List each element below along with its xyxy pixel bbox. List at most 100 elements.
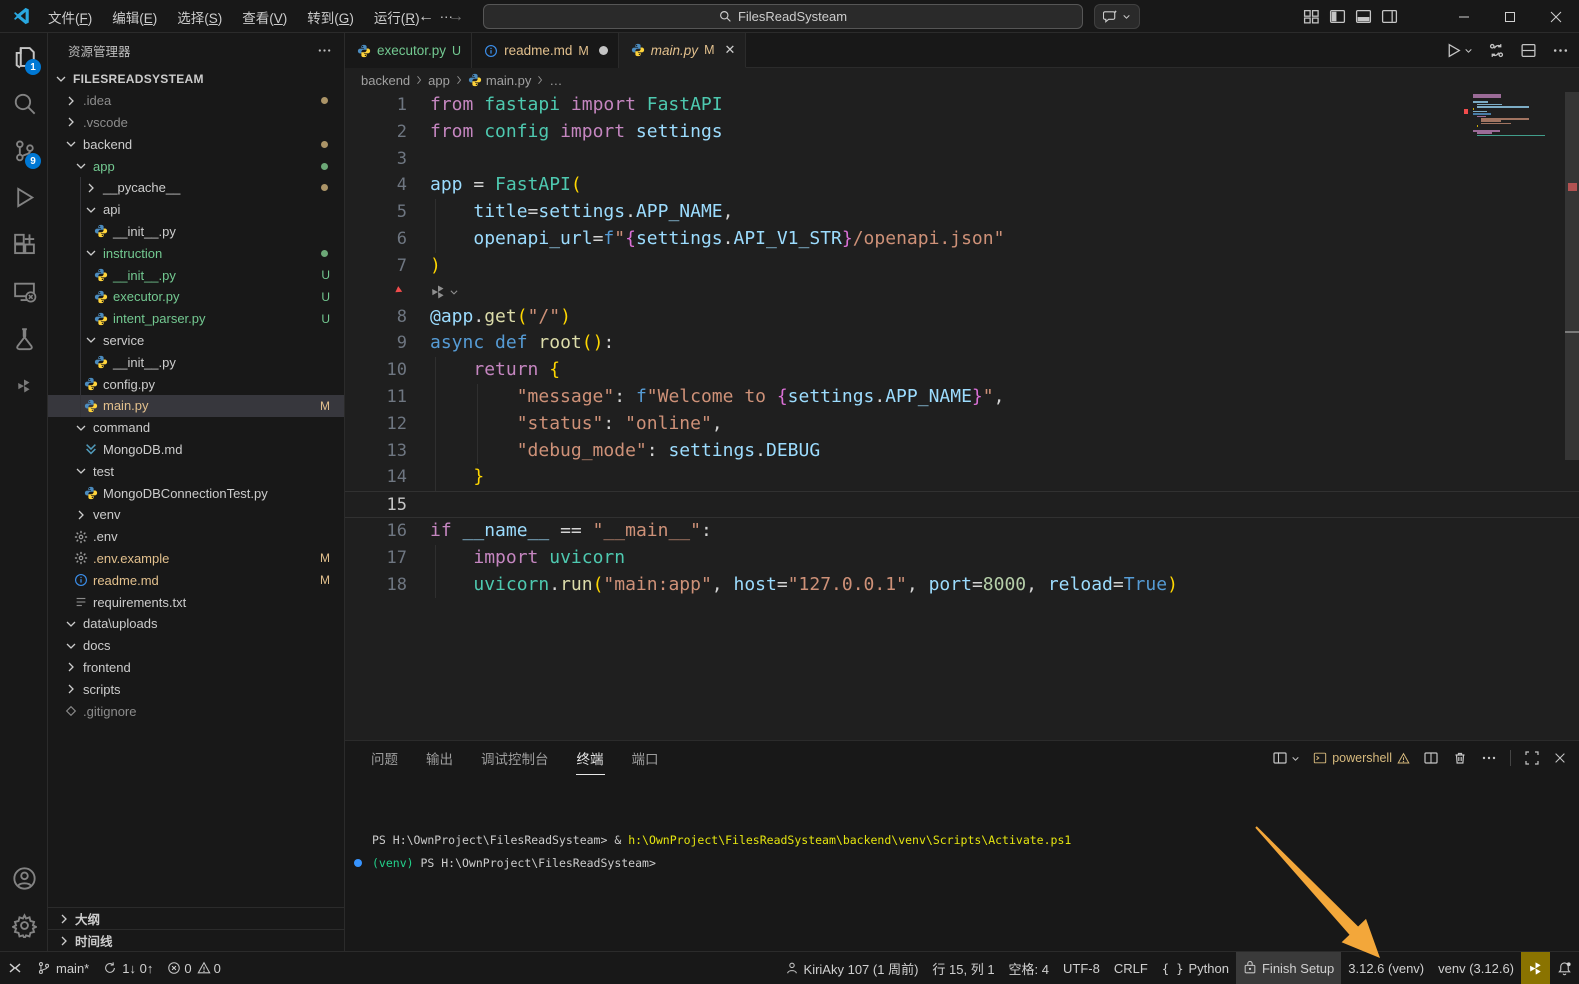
code-line-15[interactable]: 15 [345,491,1579,518]
tree-item-executor.py[interactable]: executor.pyU [48,286,344,308]
tree-item-docs[interactable]: docs [48,635,344,657]
activitybar-account[interactable] [0,855,48,902]
tree-item-api[interactable]: api [48,199,344,221]
menu-v[interactable]: 查看(V) [232,3,297,31]
code-line-2[interactable]: 2from config import settings [345,119,1579,146]
code-line-3[interactable]: 3 [345,146,1579,173]
code-line-8[interactable]: 8@app.get("/") [345,304,1579,331]
tree-item-.idea[interactable]: .idea [48,90,344,112]
toggle-primary-sidebar-icon[interactable] [1329,8,1346,25]
tree-item-intent_parser.py[interactable]: intent_parser.pyU [48,308,344,330]
code-line-9[interactable]: 9async def root(): [345,330,1579,357]
menu-f[interactable]: 文件(F) [38,3,102,31]
command-center-search[interactable]: FilesReadSysteam [483,4,1083,29]
breadcrumb-item-mainpy[interactable]: main.py [468,73,532,88]
activitybar-run-debug[interactable] [0,174,48,221]
inline-ai-codelens[interactable] [345,280,1579,304]
breadcrumb-item-app[interactable]: app [428,73,450,88]
tab-executor-py[interactable]: executor.pyU [345,33,472,68]
minimize-button[interactable] [1441,0,1487,33]
panel-tab-终端[interactable]: 终端 [576,742,605,775]
code-line-12[interactable]: 12 "status": "online", [345,411,1579,438]
statusbar-python-version[interactable]: 3.12.6 (venv) [1341,952,1431,984]
tree-item-command[interactable]: command [48,417,344,439]
panel-tab-输出[interactable]: 输出 [425,742,454,774]
explorer-more-actions-icon[interactable] [317,43,332,58]
tree-item-__init__.py[interactable]: __init__.py [48,351,344,373]
tree-item-readme.md[interactable]: readme.mdM [48,569,344,591]
code-line-18[interactable]: 18 uvicorn.run("main:app", host="127.0.0… [345,572,1579,599]
activitybar-search[interactable] [0,80,48,127]
statusbar-git-blame[interactable]: KiriAky 107 (1 周前) [778,952,926,984]
tree-item-test[interactable]: test [48,460,344,482]
statusbar-indentation[interactable]: 空格: 4 [1002,952,1056,984]
close-panel-icon[interactable] [1553,751,1567,765]
statusbar-remote[interactable] [0,952,30,984]
activitybar-settings[interactable] [0,902,48,949]
toggle-secondary-sidebar-icon[interactable] [1381,8,1398,25]
tree-item-data-uploads[interactable]: data\uploads [48,613,344,635]
code-line-10[interactable]: 10 return { [345,357,1579,384]
tree-item-.env.example[interactable]: .env.exampleM [48,548,344,570]
activitybar-explorer[interactable]: 1 [0,33,48,80]
tree-item-app[interactable]: app [48,155,344,177]
tree-item-filesreadsysteam[interactable]: FILESREADSYSTEAM [48,68,344,90]
menu-g[interactable]: 转到(G) [297,3,364,31]
tree-item-__init__.py[interactable]: __init__.py [48,221,344,243]
ai-pinwheel-icon[interactable] [430,284,459,300]
activitybar-ai-pinwheel[interactable] [0,362,48,409]
tree-item-main.py[interactable]: main.pyM [48,395,344,417]
activitybar-testing[interactable] [0,315,48,362]
tab-main-py[interactable]: main.pyM✕ [619,33,747,68]
tree-item-service[interactable]: service [48,330,344,352]
code-line-11[interactable]: 11 "message": f"Welcome to {settings.APP… [345,384,1579,411]
panel-tab-问题[interactable]: 问题 [370,742,399,774]
tree-item-frontend[interactable]: frontend [48,657,344,679]
statusbar-ai-pinwheel[interactable] [1521,952,1550,984]
menu-s[interactable]: 选择(S) [167,3,232,31]
statusbar-eol[interactable]: CRLF [1107,952,1155,984]
statusbar-cursor-position[interactable]: 行 15, 列 1 [925,952,1001,984]
dirty-dot-icon[interactable] [599,46,608,55]
statusbar-git-sync[interactable]: 1↓ 0↑ [96,952,160,984]
code-editor[interactable]: 1from fastapi import FastAPI2from config… [345,92,1579,740]
tree-item-__init__.py[interactable]: __init__.pyU [48,264,344,286]
sidebar-section-时间线[interactable]: 时间线 [48,929,344,951]
open-changes-icon[interactable] [1488,42,1505,59]
command-decoration-icon[interactable] [354,859,362,867]
activitybar-source-control[interactable]: 9 [0,127,48,174]
statusbar-problems[interactable]: 00 [160,952,227,984]
copilot-chat-button[interactable] [1094,4,1140,29]
tree-item-.vscode[interactable]: .vscode [48,112,344,134]
statusbar-venv-indicator[interactable]: venv (3.12.6) [1431,952,1521,984]
statusbar-encoding[interactable]: UTF-8 [1056,952,1107,984]
code-line-1[interactable]: 1from fastapi import FastAPI [345,92,1579,119]
tree-item-mongodbconnectiontest.py[interactable]: MongoDBConnectionTest.py [48,482,344,504]
tree-item-.gitignore[interactable]: .gitignore [48,700,344,722]
breadcrumb-item-backend[interactable]: backend [361,73,410,88]
code-line-7[interactable]: 7) [345,253,1579,280]
tree-item-mongodb.md[interactable]: MongoDB.md [48,439,344,461]
more-actions-icon[interactable] [1552,42,1569,59]
split-terminal-icon[interactable] [1423,750,1439,766]
tree-item-.env[interactable]: .env [48,526,344,548]
tree-item-scripts[interactable]: scripts [48,678,344,700]
maximize-button[interactable] [1487,0,1533,33]
close-window-button[interactable] [1533,0,1579,33]
tree-item-config.py[interactable]: config.py [48,373,344,395]
code-line-17[interactable]: 17 import uvicorn [345,545,1579,572]
tree-item-instruction[interactable]: instruction [48,242,344,264]
run-python-file-button[interactable] [1445,42,1473,59]
panel-tab-端口[interactable]: 端口 [631,742,660,774]
terminal-instance-powershell[interactable]: powershell [1313,751,1410,765]
maximize-panel-icon[interactable] [1524,750,1540,766]
statusbar-notifications[interactable] [1550,952,1579,984]
tab-readme-md[interactable]: readme.mdM [472,33,619,68]
code-line-6[interactable]: 6 openapi_url=f"{settings.API_V1_STR}/op… [345,226,1579,253]
kill-terminal-icon[interactable] [1452,750,1468,766]
gutter-run-marker-icon[interactable] [395,286,407,298]
code-line-14[interactable]: 14 } [345,464,1579,491]
code-line-4[interactable]: 4app = FastAPI( [345,172,1579,199]
breadcrumb-item-[interactable]: … [549,73,562,88]
activitybar-extensions[interactable] [0,221,48,268]
